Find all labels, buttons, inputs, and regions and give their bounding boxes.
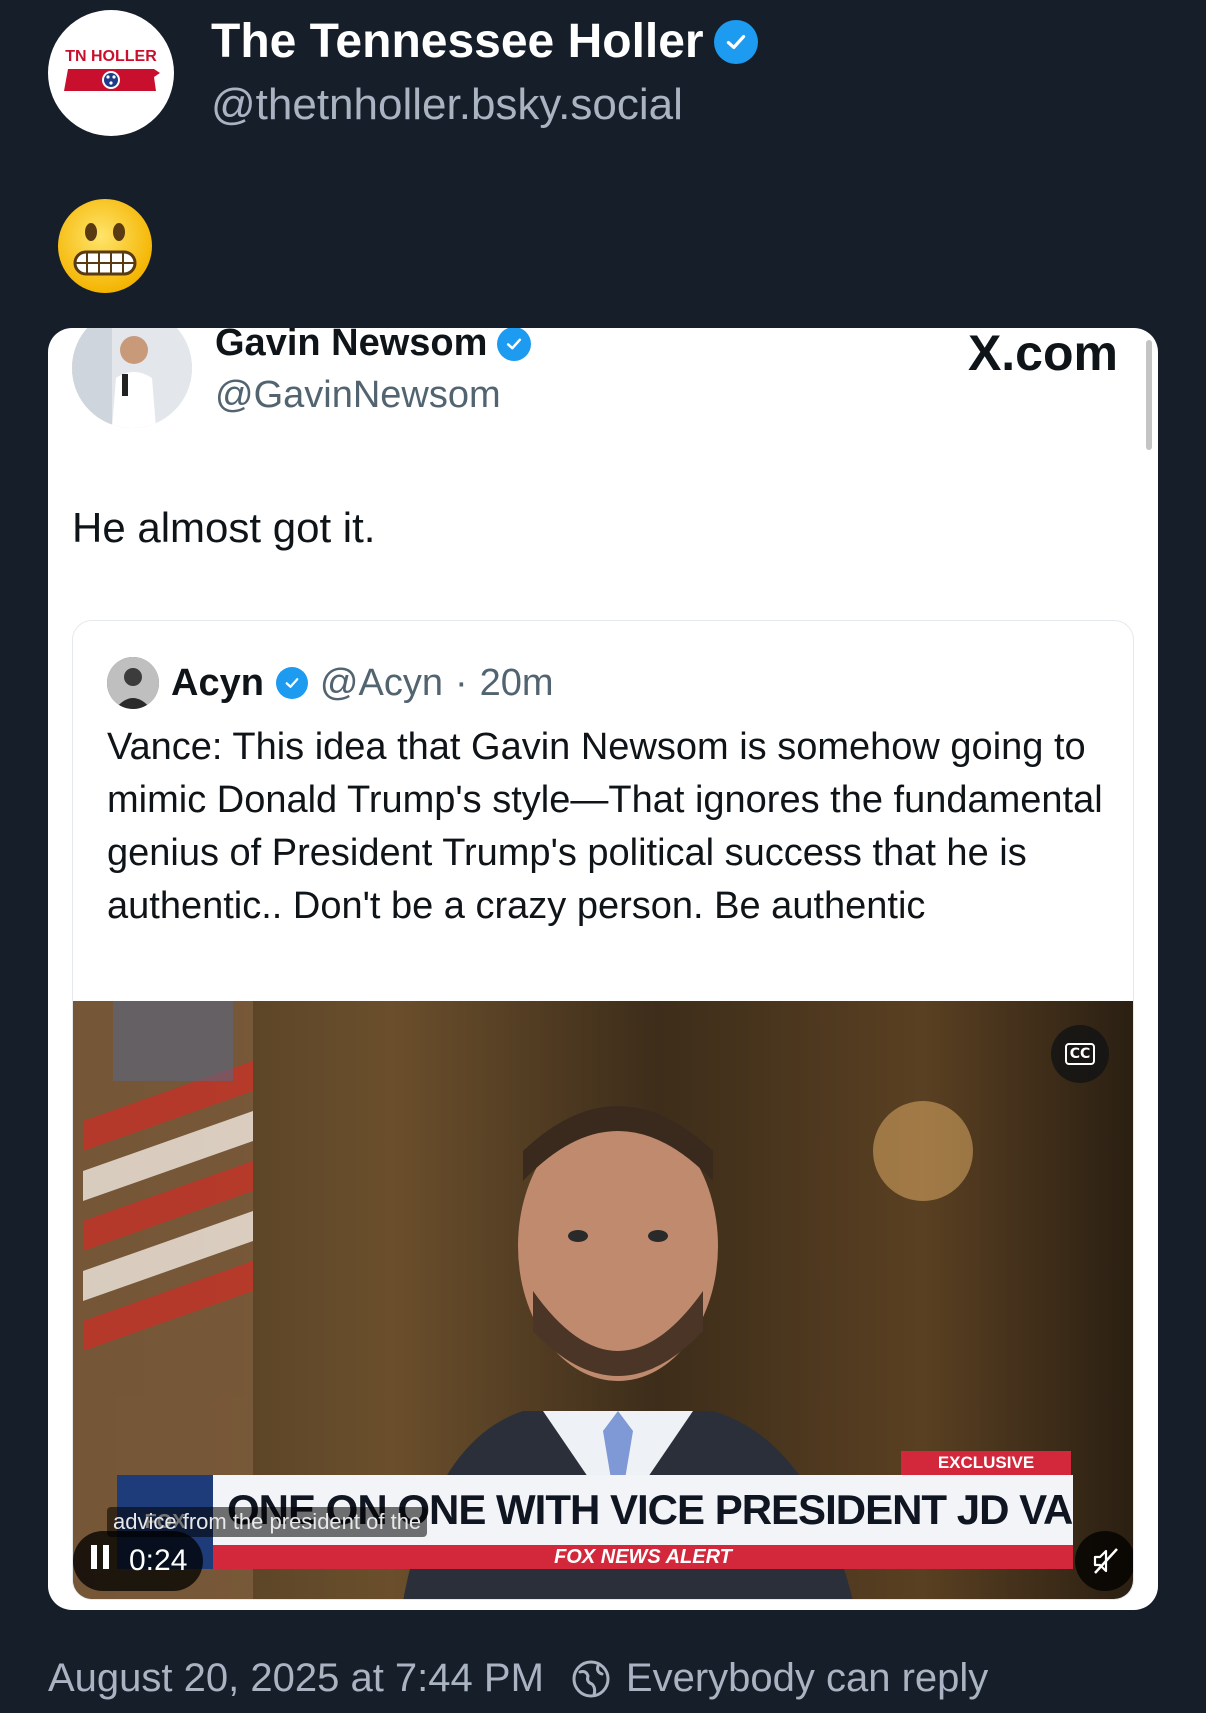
verified-badge-icon (713, 19, 758, 64)
cc-label: CC (1064, 1043, 1096, 1065)
quoted-author-name: Gavin Newsom (215, 328, 488, 364)
svg-text:TN HOLLER: TN HOLLER (65, 48, 157, 65)
author-name-row: The Tennessee Holler (211, 14, 758, 69)
embedded-screenshot-card[interactable]: Gavin Newsom @GavinNewsom X.com He almos… (48, 328, 1158, 1610)
video-time: 0:24 (129, 1544, 188, 1577)
verified-badge-icon (275, 667, 308, 699)
muted-speaker-icon (1093, 1548, 1118, 1574)
reply-setting[interactable]: Everybody can reply (570, 1656, 988, 1701)
quoted-name-row: Gavin Newsom (215, 328, 532, 365)
inner-body-text: Vance: This idea that Gavin Newsom is so… (107, 726, 1103, 927)
inner-time: 20m (479, 661, 554, 704)
mute-button[interactable] (1075, 1531, 1133, 1591)
meta-separator: · (454, 661, 468, 704)
inner-author-handle: @Acyn (319, 661, 443, 704)
author-handle[interactable]: @thetnholler.bsky.social (211, 80, 683, 130)
inner-avatar (107, 657, 159, 709)
closed-captions-button[interactable]: CC (1051, 1025, 1109, 1083)
avatar[interactable]: TN HOLLER (48, 10, 174, 136)
chyron-tag: EXCLUSIVE (901, 1451, 1071, 1475)
chyron-bottom: FOX NEWS ALERT (213, 1545, 1073, 1569)
video-player[interactable]: CC FOX EXCLUSIVE ONE ON ONE WITH VICE PR… (73, 1001, 1133, 1599)
author-name[interactable]: The Tennessee Holler (211, 14, 704, 69)
tn-holler-logo: TN HOLLER (64, 48, 160, 91)
quoted-avatar (72, 328, 192, 428)
quoted-author-handle: @GavinNewsom (215, 374, 501, 416)
reply-setting-label: Everybody can reply (625, 1656, 989, 1700)
post-timestamp[interactable]: August 20, 2025 at 7:44 PM (48, 1656, 544, 1701)
playback-control[interactable]: 0:24 (73, 1531, 204, 1591)
scrollbar[interactable] (1146, 340, 1152, 450)
inner-author-name: Acyn (171, 661, 264, 704)
post-footer: August 20, 2025 at 7:44 PM Everybody can… (48, 1656, 988, 1701)
inner-quoted-tweet: Acyn @Acyn · 20m Vance: This idea that G… (72, 620, 1134, 1600)
globe-icon (572, 1660, 610, 1697)
inner-header: Acyn @Acyn · 20m (107, 657, 554, 709)
source-label: X.com (967, 328, 1118, 381)
quoted-text: He almost got it. (72, 504, 376, 551)
verified-badge-icon (497, 328, 532, 361)
pause-icon[interactable] (89, 1543, 113, 1579)
grimacing-face-icon (55, 196, 155, 296)
